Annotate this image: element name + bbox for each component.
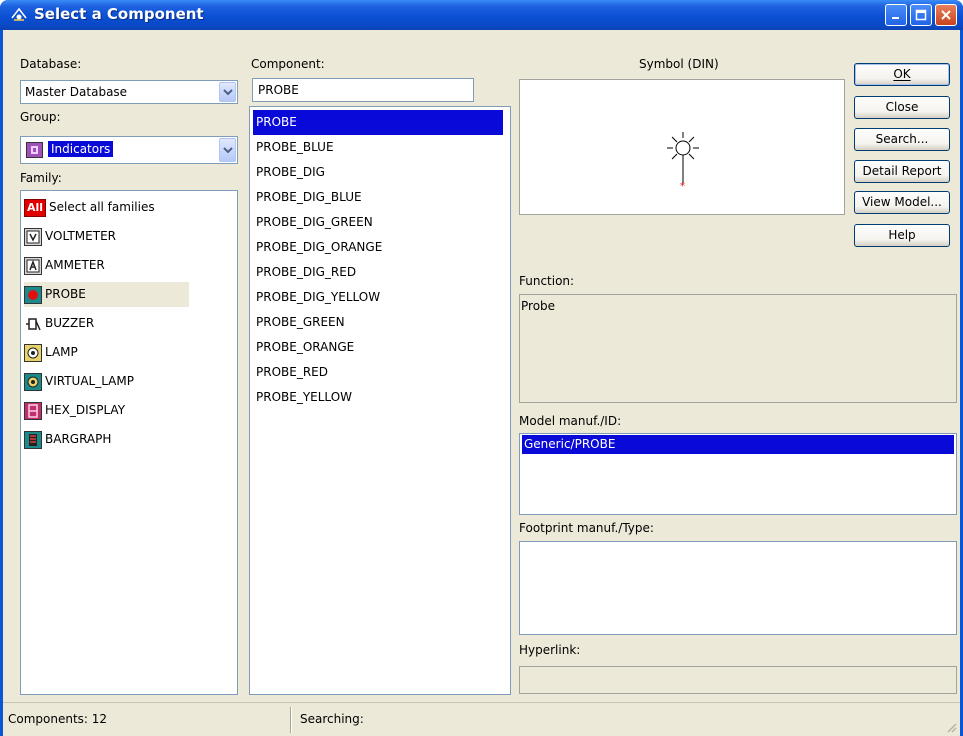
list-item[interactable]: PROBE_DIG_YELLOW xyxy=(253,285,503,310)
help-button[interactable]: Help xyxy=(854,224,950,247)
maximize-icon xyxy=(915,9,927,21)
model-label: Model manuf./ID: xyxy=(519,414,622,428)
close-button-label: Close xyxy=(885,100,919,114)
list-item[interactable]: PROBE_RED xyxy=(253,360,503,385)
list-item[interactable]: PROBE_DIG xyxy=(253,160,503,185)
family-item-label: AMMETER xyxy=(45,258,105,272)
status-bar: Components: 12 Searching: xyxy=(3,702,960,736)
list-item[interactable]: PROBE_DIG_GREEN xyxy=(253,210,503,235)
lamp-icon xyxy=(24,343,42,362)
component-label: Component: xyxy=(251,57,325,71)
component-input-value: PROBE xyxy=(258,83,299,97)
family-item-buzzer[interactable]: BUZZER xyxy=(24,311,94,336)
family-item-label: BARGRAPH xyxy=(45,432,112,446)
group-select[interactable]: Indicators xyxy=(20,136,238,164)
component-input[interactable]: PROBE xyxy=(252,78,474,102)
family-item-lamp[interactable]: LAMP xyxy=(24,340,78,365)
family-item-label: VIRTUAL_LAMP xyxy=(45,374,134,388)
function-field: Probe xyxy=(519,294,957,403)
family-label: Family: xyxy=(20,171,62,185)
dialog-client-area: Database: Master Database Group: Indicat… xyxy=(3,30,960,736)
hex-display-icon xyxy=(24,401,42,420)
hyperlink-field[interactable] xyxy=(519,666,957,694)
indicators-icon xyxy=(26,142,43,158)
list-item[interactable]: PROBE_ORANGE xyxy=(253,335,503,360)
family-item-label: HEX_DISPLAY xyxy=(45,403,126,417)
family-item-label: PROBE xyxy=(45,287,86,301)
title-bar[interactable]: Select a Component xyxy=(0,0,963,30)
list-item[interactable]: PROBE_BLUE xyxy=(253,135,503,160)
svg-text:*: * xyxy=(680,181,685,192)
resize-grip-icon[interactable] xyxy=(944,720,958,734)
ok-button[interactable]: OK xyxy=(854,63,950,86)
search-button-label: Search... xyxy=(875,132,929,146)
database-label: Database: xyxy=(20,57,82,71)
list-item[interactable]: PROBE xyxy=(253,110,503,135)
list-item[interactable]: PROBE_DIG_BLUE xyxy=(253,185,503,210)
family-item-label: VOLTMETER xyxy=(45,229,116,243)
footprint-list[interactable] xyxy=(519,541,957,635)
view-model-button-label: View Model... xyxy=(862,195,942,209)
hyperlink-label: Hyperlink: xyxy=(519,643,581,657)
family-item-select-all[interactable]: All Select all families xyxy=(24,195,155,220)
minimize-button[interactable] xyxy=(885,4,907,26)
family-item-bargraph[interactable]: BARGRAPH xyxy=(24,427,111,452)
probe-icon xyxy=(24,285,42,304)
family-item-ammeter[interactable]: AMMETER xyxy=(24,253,105,278)
buzzer-icon xyxy=(24,314,42,333)
group-dropdown-button[interactable] xyxy=(219,138,236,162)
list-item[interactable]: Generic/PROBE xyxy=(522,435,954,454)
list-item[interactable]: PROBE_DIG_ORANGE xyxy=(253,235,503,260)
family-item-virtual-lamp[interactable]: VIRTUAL_LAMP xyxy=(24,369,134,394)
group-value: Indicators xyxy=(48,141,114,157)
help-button-label: Help xyxy=(888,228,916,242)
family-item-voltmeter[interactable]: VOLTMETER xyxy=(24,224,116,249)
search-button[interactable]: Search... xyxy=(854,128,950,151)
status-components-count: Components: 12 xyxy=(8,712,108,726)
app-icon xyxy=(11,7,27,21)
maximize-button[interactable] xyxy=(910,4,932,26)
virtual-lamp-icon xyxy=(24,372,42,391)
status-divider xyxy=(290,707,292,733)
close-icon xyxy=(941,10,951,20)
family-item-label: LAMP xyxy=(45,345,78,359)
symbol-label: Symbol (DIN) xyxy=(639,57,719,71)
family-item-label: BUZZER xyxy=(45,316,95,330)
symbol-preview: * xyxy=(519,79,845,215)
voltmeter-icon xyxy=(24,227,42,246)
ammeter-icon xyxy=(24,256,42,275)
dialog-window: Select a Component Database: Master Data… xyxy=(0,0,963,736)
list-item[interactable]: PROBE_YELLOW xyxy=(253,385,503,410)
group-label: Group: xyxy=(20,110,61,124)
family-item-probe[interactable]: PROBE xyxy=(24,282,189,307)
status-searching: Searching: xyxy=(300,712,364,726)
probe-symbol-icon: * xyxy=(667,132,699,192)
minimize-icon xyxy=(892,17,899,19)
database-select[interactable]: Master Database xyxy=(20,80,238,104)
model-list[interactable]: Generic/PROBE xyxy=(519,433,957,515)
bargraph-icon xyxy=(24,430,42,449)
view-model-button[interactable]: View Model... xyxy=(854,191,950,214)
database-value: Master Database xyxy=(25,85,128,99)
close-window-button[interactable] xyxy=(935,4,957,26)
close-button[interactable]: Close xyxy=(854,96,950,119)
detail-report-button-label: Detail Report xyxy=(862,164,942,178)
window-title: Select a Component xyxy=(34,5,204,23)
chevron-down-icon xyxy=(222,147,233,154)
all-families-icon: All xyxy=(24,198,46,217)
family-item-label: Select all families xyxy=(49,200,155,214)
footprint-label: Footprint manuf./Type: xyxy=(519,521,654,535)
detail-report-button[interactable]: Detail Report xyxy=(854,160,950,183)
ok-button-label: OK xyxy=(893,67,911,81)
component-list[interactable]: PROBE PROBE_BLUE PROBE_DIG PROBE_DIG_BLU… xyxy=(249,106,511,695)
chevron-down-icon xyxy=(222,89,233,96)
family-list[interactable]: All Select all families VOLTMETER AMMETER… xyxy=(20,190,238,695)
function-value: Probe xyxy=(521,299,556,313)
family-item-hex-display[interactable]: HEX_DISPLAY xyxy=(24,398,125,423)
function-label: Function: xyxy=(519,274,575,288)
database-dropdown-button[interactable] xyxy=(219,82,236,102)
list-item[interactable]: PROBE_GREEN xyxy=(253,310,503,335)
list-item[interactable]: PROBE_DIG_RED xyxy=(253,260,503,285)
